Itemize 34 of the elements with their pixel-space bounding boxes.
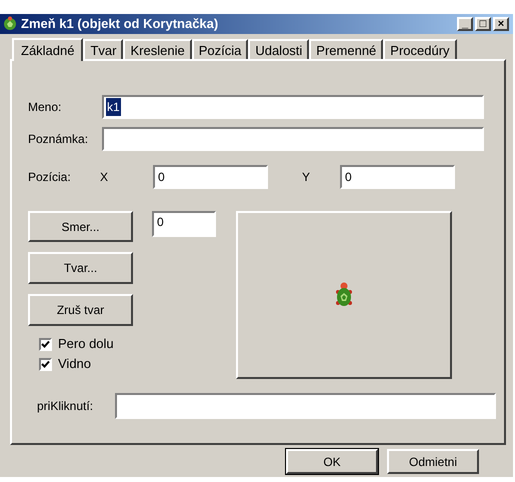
tab[interactable]: Základné — [12, 38, 84, 61]
field-label: Poznámka: — [28, 131, 90, 148]
on-click-field[interactable] — [115, 393, 496, 419]
checkbox[interactable] — [39, 338, 52, 350]
y-label: Y — [302, 169, 312, 186]
note-field[interactable] — [102, 127, 484, 151]
checkbox-label: Pero dolu — [58, 335, 114, 354]
checkbox[interactable] — [39, 358, 52, 370]
tab[interactable]: Premenné — [309, 39, 384, 59]
tab[interactable]: Procedúry — [383, 39, 457, 59]
name-field[interactable]: k1 — [102, 95, 484, 119]
tab[interactable]: Tvar — [83, 39, 124, 59]
field-label: Pozícia: — [28, 169, 72, 186]
dialog-button[interactable]: OK — [286, 449, 378, 474]
window-control[interactable]: □ — [475, 17, 491, 31]
window-control[interactable]: × — [493, 17, 509, 31]
tab[interactable]: Pozícia — [192, 39, 248, 59]
direction-button[interactable]: Smer... — [28, 211, 133, 242]
field-label: priKliknutí: — [37, 398, 94, 415]
turtle-icon — [2, 16, 18, 32]
shape-button[interactable]: Tvar... — [28, 252, 133, 284]
tab[interactable]: Kreslenie — [123, 39, 192, 59]
turtle-icon — [335, 281, 353, 309]
window-title: Zmeň k1 (objekt od Korytnačka) — [21, 15, 218, 34]
checkbox-label: Vidno — [58, 355, 92, 374]
shape-button[interactable]: Zruš tvar — [28, 294, 133, 326]
dialog-button[interactable]: Odmietni — [387, 449, 479, 474]
field-label: Meno: — [28, 99, 62, 116]
x-label: X — [100, 169, 110, 186]
x-field[interactable]: 0 — [153, 165, 268, 189]
direction-field[interactable]: 0 — [152, 211, 216, 237]
y-field[interactable]: 0 — [340, 165, 455, 189]
tab[interactable]: Udalosti — [248, 39, 310, 59]
window-control[interactable]: _ — [457, 17, 473, 31]
